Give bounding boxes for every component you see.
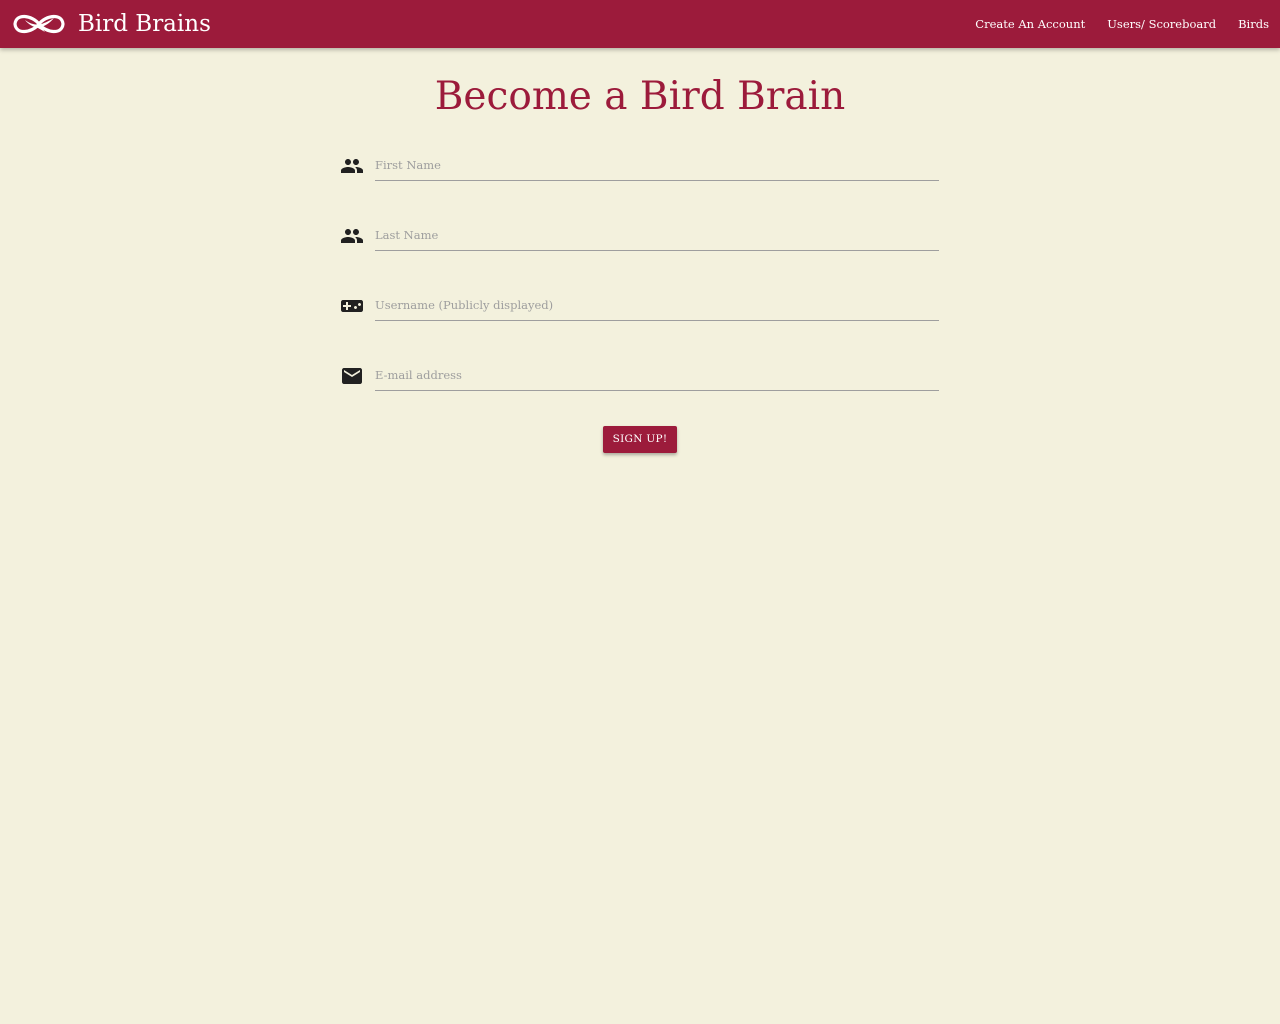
page-title: Become a Bird Brain [434,74,846,119]
sign-up-button[interactable]: SIGN UP! [603,426,677,453]
first-name-input[interactable] [375,150,939,181]
bird-logo-icon [13,14,65,34]
navbar: Bird Brains Create An Account Users/ Sco… [0,0,1280,48]
last-name-field [340,220,940,260]
last-name-input[interactable] [375,220,939,251]
username-field [340,290,940,330]
first-name-field [340,150,940,190]
mail-icon [340,364,364,388]
nav-link-users-scoreboard[interactable]: Users/ Scoreboard [1107,17,1216,31]
email-field [340,360,940,400]
people-icon [340,224,364,248]
brand-name: Bird Brains [78,11,211,37]
brand-link[interactable]: Bird Brains [12,7,211,41]
email-input[interactable] [375,360,939,391]
nav-links: Create An Account Users/ Scoreboard Bird… [953,0,1269,48]
nav-link-birds[interactable]: Birds [1238,17,1269,31]
people-icon [340,154,364,178]
gamepad-icon [340,294,364,318]
nav-link-create-account[interactable]: Create An Account [975,17,1085,31]
username-input[interactable] [375,290,939,321]
